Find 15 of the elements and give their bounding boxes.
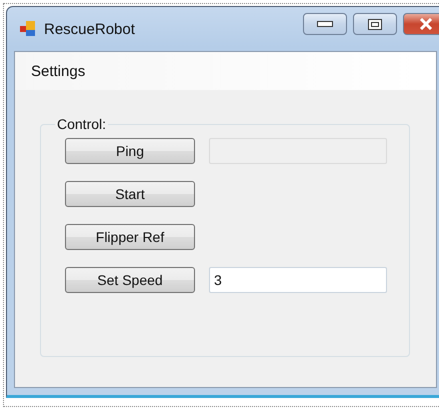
window-title: RescueRobot — [44, 20, 136, 38]
maximize-button[interactable] — [353, 13, 397, 35]
action-button[interactable]: Set Speed — [65, 267, 195, 293]
close-button[interactable] — [403, 13, 439, 35]
menu-item[interactable]: Settings — [25, 60, 92, 82]
text-field[interactable]: 3 — [209, 267, 387, 293]
close-icon — [419, 18, 433, 30]
minimize-icon — [317, 21, 333, 27]
action-button[interactable]: Start — [65, 181, 195, 207]
app-icon — [20, 21, 36, 37]
minimize-button[interactable] — [303, 13, 347, 35]
group-title: Control: — [56, 116, 108, 132]
action-button[interactable]: Flipper Ref — [65, 224, 195, 250]
action-button[interactable]: Ping — [65, 138, 195, 164]
maximize-icon — [368, 18, 382, 30]
